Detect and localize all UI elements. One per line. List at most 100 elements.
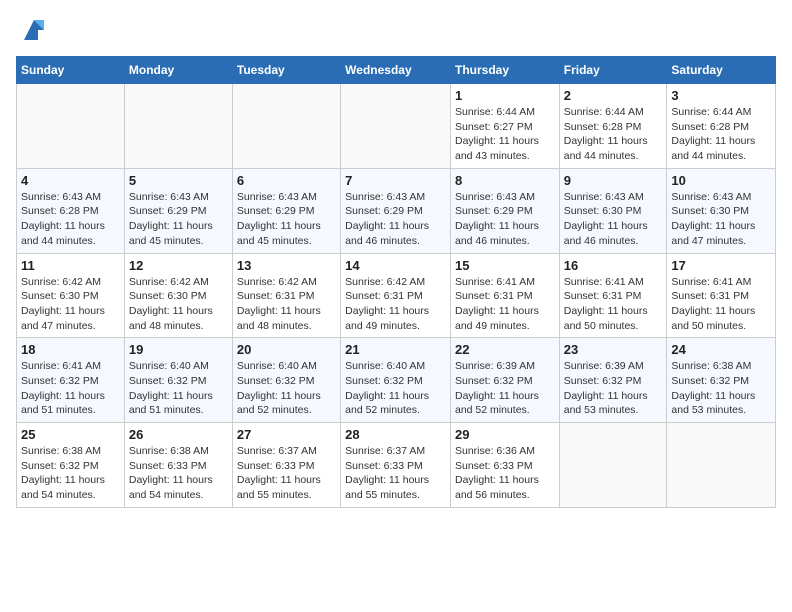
day-info: Sunrise: 6:43 AM Sunset: 6:29 PM Dayligh…: [129, 190, 228, 249]
day-info: Sunrise: 6:42 AM Sunset: 6:30 PM Dayligh…: [129, 275, 228, 334]
weekday-header-friday: Friday: [559, 57, 667, 84]
weekday-header-monday: Monday: [124, 57, 232, 84]
day-info: Sunrise: 6:43 AM Sunset: 6:29 PM Dayligh…: [237, 190, 336, 249]
day-info: Sunrise: 6:38 AM Sunset: 6:32 PM Dayligh…: [671, 359, 771, 418]
calendar-empty-cell: [17, 84, 125, 169]
day-info: Sunrise: 6:44 AM Sunset: 6:28 PM Dayligh…: [564, 105, 663, 164]
calendar-day-14: 14 Sunrise: 6:42 AM Sunset: 6:31 PM Dayli…: [341, 253, 451, 338]
logo-icon: [20, 16, 48, 44]
day-number: 3: [671, 88, 771, 103]
calendar-day-9: 9 Sunrise: 6:43 AM Sunset: 6:30 PM Daylig…: [559, 168, 667, 253]
day-info: Sunrise: 6:38 AM Sunset: 6:32 PM Dayligh…: [21, 444, 120, 503]
calendar-empty-cell: [341, 84, 451, 169]
day-info: Sunrise: 6:43 AM Sunset: 6:30 PM Dayligh…: [564, 190, 663, 249]
calendar-day-19: 19 Sunrise: 6:40 AM Sunset: 6:32 PM Dayli…: [124, 338, 232, 423]
day-number: 17: [671, 258, 771, 273]
calendar-day-7: 7 Sunrise: 6:43 AM Sunset: 6:29 PM Daylig…: [341, 168, 451, 253]
calendar-day-16: 16 Sunrise: 6:41 AM Sunset: 6:31 PM Dayli…: [559, 253, 667, 338]
calendar-day-20: 20 Sunrise: 6:40 AM Sunset: 6:32 PM Dayli…: [232, 338, 340, 423]
day-number: 16: [564, 258, 663, 273]
day-number: 7: [345, 173, 446, 188]
day-number: 12: [129, 258, 228, 273]
day-number: 21: [345, 342, 446, 357]
day-info: Sunrise: 6:39 AM Sunset: 6:32 PM Dayligh…: [564, 359, 663, 418]
day-info: Sunrise: 6:38 AM Sunset: 6:33 PM Dayligh…: [129, 444, 228, 503]
day-number: 20: [237, 342, 336, 357]
day-info: Sunrise: 6:41 AM Sunset: 6:31 PM Dayligh…: [564, 275, 663, 334]
calendar-day-2: 2 Sunrise: 6:44 AM Sunset: 6:28 PM Daylig…: [559, 84, 667, 169]
calendar-day-29: 29 Sunrise: 6:36 AM Sunset: 6:33 PM Dayli…: [450, 423, 559, 508]
day-info: Sunrise: 6:43 AM Sunset: 6:29 PM Dayligh…: [455, 190, 555, 249]
day-number: 22: [455, 342, 555, 357]
calendar-day-24: 24 Sunrise: 6:38 AM Sunset: 6:32 PM Dayli…: [667, 338, 776, 423]
day-info: Sunrise: 6:37 AM Sunset: 6:33 PM Dayligh…: [345, 444, 446, 503]
day-number: 4: [21, 173, 120, 188]
day-info: Sunrise: 6:42 AM Sunset: 6:31 PM Dayligh…: [345, 275, 446, 334]
day-info: Sunrise: 6:40 AM Sunset: 6:32 PM Dayligh…: [237, 359, 336, 418]
day-number: 10: [671, 173, 771, 188]
calendar-empty-cell: [232, 84, 340, 169]
calendar-day-8: 8 Sunrise: 6:43 AM Sunset: 6:29 PM Daylig…: [450, 168, 559, 253]
day-number: 18: [21, 342, 120, 357]
day-number: 8: [455, 173, 555, 188]
calendar-day-28: 28 Sunrise: 6:37 AM Sunset: 6:33 PM Dayli…: [341, 423, 451, 508]
calendar-day-4: 4 Sunrise: 6:43 AM Sunset: 6:28 PM Daylig…: [17, 168, 125, 253]
day-number: 6: [237, 173, 336, 188]
calendar-day-22: 22 Sunrise: 6:39 AM Sunset: 6:32 PM Dayli…: [450, 338, 559, 423]
calendar-day-26: 26 Sunrise: 6:38 AM Sunset: 6:33 PM Dayli…: [124, 423, 232, 508]
day-number: 24: [671, 342, 771, 357]
day-number: 14: [345, 258, 446, 273]
calendar-week-row: 4 Sunrise: 6:43 AM Sunset: 6:28 PM Daylig…: [17, 168, 776, 253]
weekday-header-wednesday: Wednesday: [341, 57, 451, 84]
day-info: Sunrise: 6:43 AM Sunset: 6:28 PM Dayligh…: [21, 190, 120, 249]
calendar-day-5: 5 Sunrise: 6:43 AM Sunset: 6:29 PM Daylig…: [124, 168, 232, 253]
day-info: Sunrise: 6:39 AM Sunset: 6:32 PM Dayligh…: [455, 359, 555, 418]
day-number: 29: [455, 427, 555, 442]
day-number: 5: [129, 173, 228, 188]
calendar-day-25: 25 Sunrise: 6:38 AM Sunset: 6:32 PM Dayli…: [17, 423, 125, 508]
day-number: 2: [564, 88, 663, 103]
calendar-week-row: 18 Sunrise: 6:41 AM Sunset: 6:32 PM Dayli…: [17, 338, 776, 423]
weekday-header-thursday: Thursday: [450, 57, 559, 84]
day-info: Sunrise: 6:44 AM Sunset: 6:27 PM Dayligh…: [455, 105, 555, 164]
day-number: 9: [564, 173, 663, 188]
calendar-table: SundayMondayTuesdayWednesdayThursdayFrid…: [16, 56, 776, 508]
calendar-day-27: 27Sunrise: 6:37 AM Sunset: 6:33 PM Dayli…: [232, 423, 340, 508]
day-info: Sunrise: 6:36 AM Sunset: 6:33 PM Dayligh…: [455, 444, 555, 503]
weekday-header-sunday: Sunday: [17, 57, 125, 84]
day-info: Sunrise: 6:44 AM Sunset: 6:28 PM Dayligh…: [671, 105, 771, 164]
day-info: Sunrise: 6:43 AM Sunset: 6:29 PM Dayligh…: [345, 190, 446, 249]
day-number: 25: [21, 427, 120, 442]
calendar-day-18: 18 Sunrise: 6:41 AM Sunset: 6:32 PM Dayli…: [17, 338, 125, 423]
day-info: Sunrise: 6:41 AM Sunset: 6:31 PM Dayligh…: [671, 275, 771, 334]
day-number: 28: [345, 427, 446, 442]
logo: [16, 16, 48, 44]
calendar-day-1: 1 Sunrise: 6:44 AM Sunset: 6:27 PM Daylig…: [450, 84, 559, 169]
calendar-week-row: 25 Sunrise: 6:38 AM Sunset: 6:32 PM Dayli…: [17, 423, 776, 508]
calendar-empty-cell: [667, 423, 776, 508]
day-info: Sunrise: 6:42 AM Sunset: 6:31 PM Dayligh…: [237, 275, 336, 334]
calendar-week-row: 11 Sunrise: 6:42 AM Sunset: 6:30 PM Dayli…: [17, 253, 776, 338]
weekday-header-saturday: Saturday: [667, 57, 776, 84]
day-info: Sunrise: 6:43 AM Sunset: 6:30 PM Dayligh…: [671, 190, 771, 249]
calendar-week-row: 1 Sunrise: 6:44 AM Sunset: 6:27 PM Daylig…: [17, 84, 776, 169]
calendar-day-21: 21 Sunrise: 6:40 AM Sunset: 6:32 PM Dayli…: [341, 338, 451, 423]
page-header: [16, 16, 776, 44]
calendar-day-3: 3 Sunrise: 6:44 AM Sunset: 6:28 PM Daylig…: [667, 84, 776, 169]
day-number: 19: [129, 342, 228, 357]
day-number: 11: [21, 258, 120, 273]
calendar-day-6: 6 Sunrise: 6:43 AM Sunset: 6:29 PM Daylig…: [232, 168, 340, 253]
day-number: 26: [129, 427, 228, 442]
calendar-day-11: 11Sunrise: 6:42 AM Sunset: 6:30 PM Dayli…: [17, 253, 125, 338]
calendar-day-17: 17 Sunrise: 6:41 AM Sunset: 6:31 PM Dayli…: [667, 253, 776, 338]
day-number: 23: [564, 342, 663, 357]
calendar-day-10: 10 Sunrise: 6:43 AM Sunset: 6:30 PM Dayli…: [667, 168, 776, 253]
day-info: Sunrise: 6:41 AM Sunset: 6:31 PM Dayligh…: [455, 275, 555, 334]
day-info: Sunrise: 6:41 AM Sunset: 6:32 PM Dayligh…: [21, 359, 120, 418]
day-info: Sunrise: 6:40 AM Sunset: 6:32 PM Dayligh…: [345, 359, 446, 418]
day-info: Sunrise: 6:40 AM Sunset: 6:32 PM Dayligh…: [129, 359, 228, 418]
calendar-day-15: 15Sunrise: 6:41 AM Sunset: 6:31 PM Dayli…: [450, 253, 559, 338]
day-number: 1: [455, 88, 555, 103]
calendar-day-23: 23 Sunrise: 6:39 AM Sunset: 6:32 PM Dayli…: [559, 338, 667, 423]
calendar-empty-cell: [559, 423, 667, 508]
